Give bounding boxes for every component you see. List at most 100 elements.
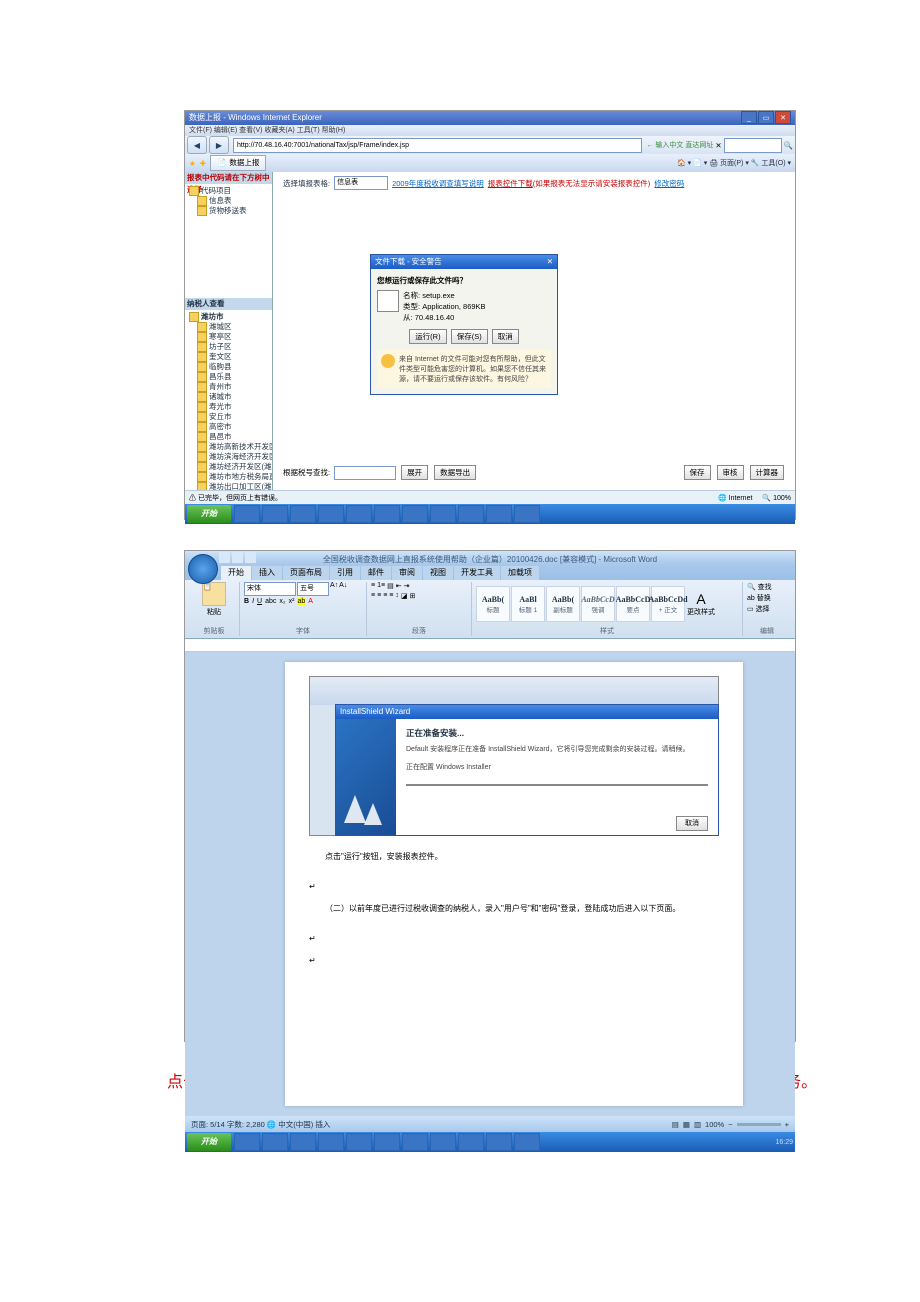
tree-item[interactable]: 潍坊经济开发区(潍坊市地… (189, 462, 272, 472)
form-select[interactable]: 信息表 (334, 176, 388, 190)
replace-button[interactable]: ab 替换 (747, 593, 771, 603)
link-instruction[interactable]: 2009年度税收调查填写说明 (392, 178, 484, 189)
style-gallery-item[interactable]: AaBbCcD强调 (581, 586, 615, 622)
tab-insert[interactable]: 插入 (252, 566, 282, 580)
zoom-percent[interactable]: 100% (705, 1120, 724, 1129)
shading-icon[interactable]: ◪ (401, 592, 408, 600)
zoom-out-icon[interactable]: − (728, 1120, 732, 1129)
tree-item[interactable]: 高密市 (189, 422, 272, 432)
taskbar-item[interactable] (514, 505, 540, 523)
font-color-icon[interactable]: A (308, 598, 313, 605)
ie-menu-bar[interactable]: 文件(F) 编辑(E) 查看(V) 收藏夹(A) 工具(T) 帮助(H) (185, 125, 795, 136)
add-favorite-icon[interactable]: ✚ (200, 159, 206, 168)
subscript-icon[interactable]: x₂ (279, 598, 285, 605)
taskbar-item[interactable] (262, 1133, 288, 1151)
line-spacing-icon[interactable]: ↕ (395, 592, 399, 600)
taskbar-item[interactable] (318, 1133, 344, 1151)
tree-item[interactable]: 奎文区 (189, 352, 272, 362)
tree-item[interactable]: 信息表 (189, 196, 272, 206)
store-button[interactable]: 保存 (684, 465, 711, 480)
taskbar-item[interactable] (234, 505, 260, 523)
grow-font-icon[interactable]: A↑ (330, 582, 338, 596)
tab-developer[interactable]: 开发工具 (454, 566, 500, 580)
tree-item[interactable]: 货物移送表 (189, 206, 272, 216)
strike-icon[interactable]: abc (265, 598, 276, 605)
taskbar-item[interactable] (262, 505, 288, 523)
tree-item[interactable]: 潍坊市地方税务局直属征收分局 (189, 472, 272, 482)
search-taxid-input[interactable] (334, 466, 396, 480)
taskbar-item[interactable] (290, 505, 316, 523)
style-gallery-item[interactable]: AaBbCcD要点 (616, 586, 650, 622)
bold-icon[interactable]: B (244, 598, 249, 605)
tree-item[interactable]: 寿光市 (189, 402, 272, 412)
tab-mailings[interactable]: 邮件 (361, 566, 391, 580)
shrink-font-icon[interactable]: A↓ (339, 582, 347, 596)
multilevel-icon[interactable]: ▤ (387, 582, 394, 590)
taskbar-item[interactable] (402, 1133, 428, 1151)
style-gallery-item[interactable]: AaBb(副标题 (546, 586, 580, 622)
highlight-icon[interactable]: ab (297, 598, 305, 605)
zoom-slider[interactable] (737, 1123, 781, 1126)
cancel-button[interactable]: 取消 (492, 329, 519, 344)
tab-review[interactable]: 审阅 (392, 566, 422, 580)
back-icon[interactable]: ◀ (187, 136, 207, 154)
installer-cancel-button[interactable]: 取消 (676, 816, 708, 831)
export-button[interactable]: 数据导出 (434, 465, 476, 480)
tab-home[interactable]: 开始 (221, 566, 251, 580)
ie-command-bar[interactable]: 🏠 ▾ 📄 ▾ 🖨 页面(P) ▾ 🔧 工具(O) ▾ (677, 158, 791, 168)
tree-item[interactable]: 寒亭区 (189, 332, 272, 342)
tree-item[interactable]: 潍坊滨海经济开发区(潍坊市地… (189, 452, 272, 462)
tree-item[interactable]: 代码项目 (189, 186, 272, 196)
zoom-in-icon[interactable]: + (785, 1120, 789, 1129)
taskbar-item[interactable] (346, 1133, 372, 1151)
tab-layout[interactable]: 页面布局 (283, 566, 329, 580)
tree-item[interactable]: 临朐县 (189, 362, 272, 372)
taskbar-item[interactable] (318, 505, 344, 523)
align-left-icon[interactable]: ≡ (371, 592, 375, 600)
tree-item[interactable]: 诸城市 (189, 392, 272, 402)
taskbar-item[interactable] (486, 1133, 512, 1151)
taskbar-item[interactable] (346, 505, 372, 523)
tree-item[interactable]: 坊子区 (189, 342, 272, 352)
align-right-icon[interactable]: ≡ (383, 592, 387, 600)
taskbar-item[interactable] (430, 1133, 456, 1151)
style-gallery-item[interactable]: AaBl标题 1 (511, 586, 545, 622)
dialog-close-icon[interactable]: ✕ (547, 255, 553, 269)
taskbar-item[interactable] (486, 505, 512, 523)
font-size-select[interactable]: 五号 (297, 582, 329, 596)
find-button[interactable]: 🔍 查找 (747, 582, 772, 592)
style-gallery-item[interactable]: AaBbCcDd+ 正文 (651, 586, 685, 622)
address-bar[interactable]: http://70.48.16.40:7001/nationalTax/jsp/… (233, 138, 642, 153)
link-download-control[interactable]: 报表控件下载 (488, 179, 533, 188)
taskbar-item[interactable] (290, 1133, 316, 1151)
minimize-icon[interactable]: _ (741, 111, 757, 124)
tree-item[interactable]: 青州市 (189, 382, 272, 392)
taskbar-item[interactable] (458, 505, 484, 523)
taskbar-item[interactable] (402, 505, 428, 523)
search-input[interactable] (724, 138, 782, 153)
run-button[interactable]: 运行(R) (409, 329, 446, 344)
save-button[interactable]: 保存(S) (451, 329, 488, 344)
tab-addins[interactable]: 加载项 (501, 566, 539, 580)
browser-tab[interactable]: 📄 数据上报 (210, 155, 266, 171)
view-web-icon[interactable]: ▥ (694, 1120, 701, 1129)
taskbar-item[interactable] (458, 1133, 484, 1151)
maximize-icon[interactable]: ▭ (758, 111, 774, 124)
italic-icon[interactable]: I (252, 598, 254, 605)
select-button[interactable]: ▭ 选择 (747, 604, 770, 614)
indent-inc-icon[interactable]: ⇥ (404, 582, 410, 590)
taskbar-item[interactable] (374, 505, 400, 523)
calculator-button[interactable]: 计算器 (750, 465, 785, 480)
bullets-icon[interactable]: ≡ (371, 582, 375, 590)
paste-button[interactable]: 📋 (202, 582, 226, 606)
link-change-password[interactable]: 修改密码 (654, 178, 684, 189)
tree-item[interactable]: 昌乐县 (189, 372, 272, 382)
review-button[interactable]: 审核 (717, 465, 744, 480)
underline-icon[interactable]: U (257, 598, 262, 605)
font-name-select[interactable]: 宋体 (244, 582, 296, 596)
taskbar-item[interactable] (430, 505, 456, 523)
close-icon[interactable]: ✕ (775, 111, 791, 124)
align-justify-icon[interactable]: ≡ (389, 592, 393, 600)
change-styles-button[interactable]: A 更改样式 (686, 591, 716, 617)
tab-references[interactable]: 引用 (330, 566, 360, 580)
